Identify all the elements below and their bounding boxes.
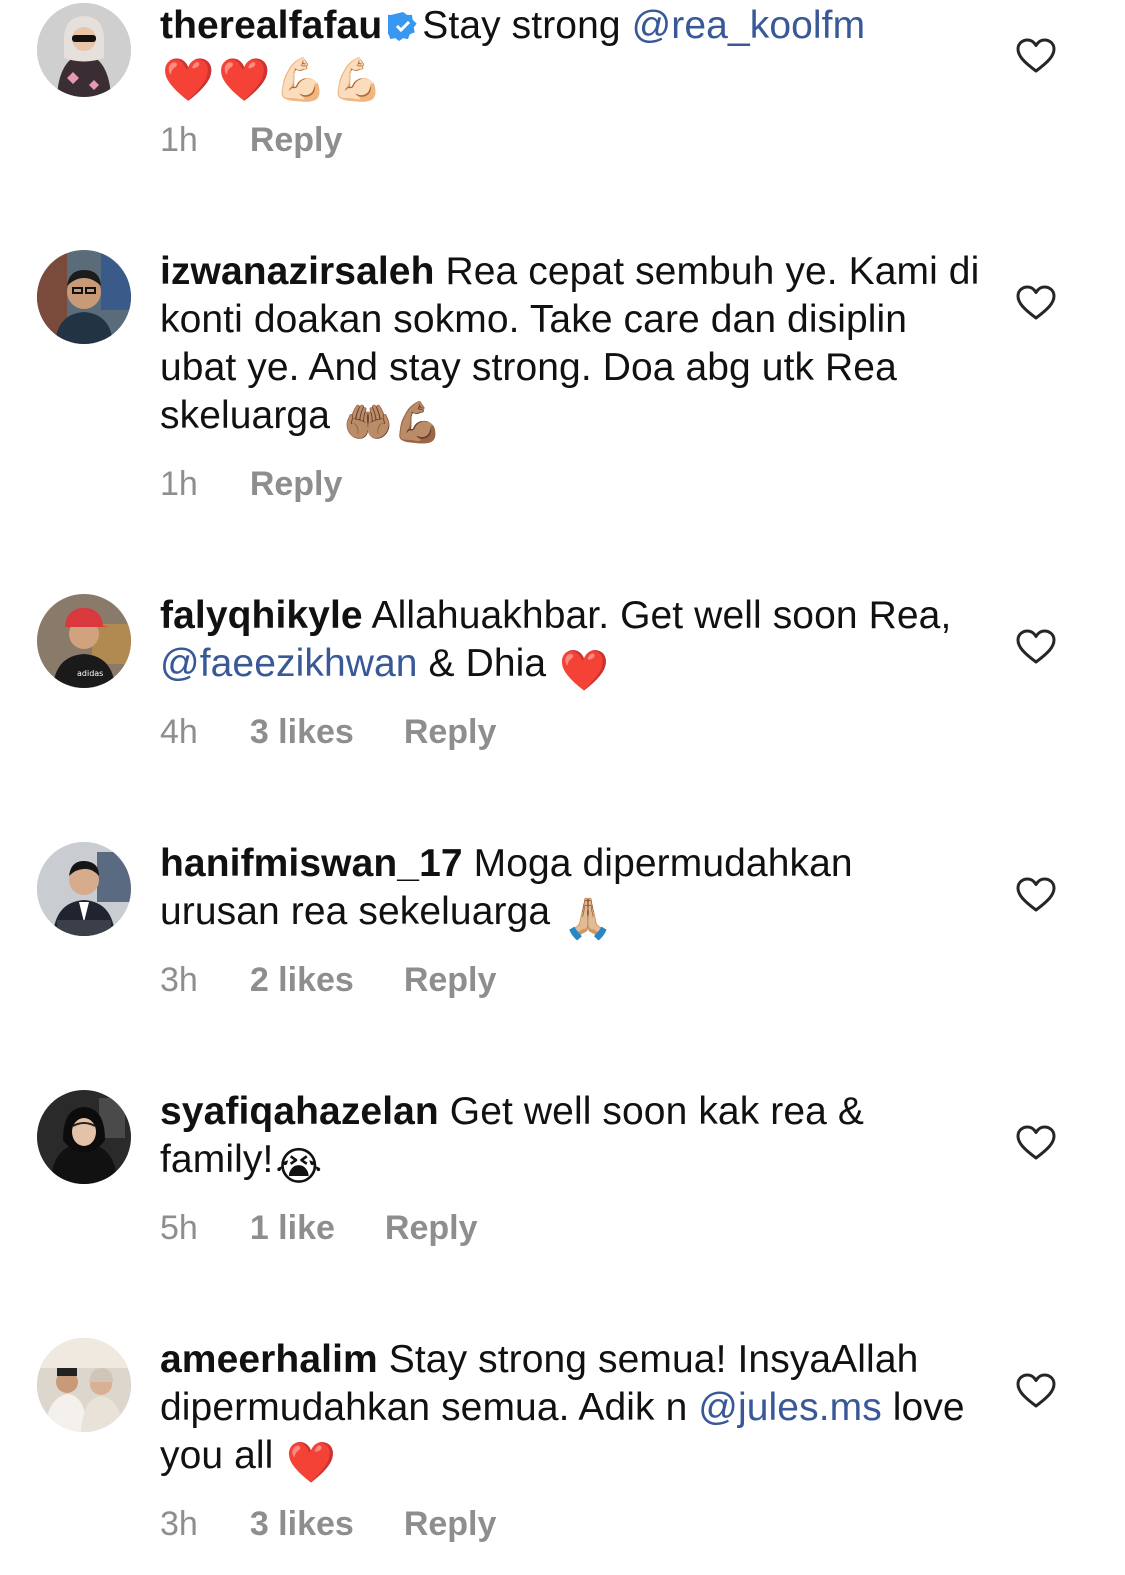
likes-count[interactable]: 1 like: [250, 1208, 335, 1248]
heart-outline-icon[interactable]: [1016, 1125, 1056, 1161]
comment-username[interactable]: izwanazirsaleh: [160, 250, 435, 293]
heart-outline-icon[interactable]: [1016, 877, 1056, 913]
comment-username[interactable]: ameerhalim: [160, 1338, 378, 1381]
emoji-group: ❤️: [559, 649, 610, 693]
likes-count[interactable]: 3 likes: [250, 712, 354, 752]
emoji-group: 🙏🏼: [563, 897, 614, 941]
likes-count[interactable]: 2 likes: [250, 960, 354, 1000]
avatar[interactable]: adidas: [37, 594, 131, 688]
comment-body-end: & Dhia: [417, 642, 547, 685]
avatar-image: [37, 1338, 131, 1432]
reply-button[interactable]: Reply: [404, 1504, 497, 1544]
comment-time: 1h: [160, 465, 198, 503]
avatar-image: [37, 3, 131, 97]
comment-meta: 5h 1 like Reply: [160, 1208, 478, 1248]
mention-link[interactable]: @jules.ms: [698, 1386, 882, 1429]
comment-time: 3h: [160, 1505, 198, 1543]
verified-badge-icon: [381, 5, 418, 42]
comment-body: Allahuakhbar. Get well soon Rea,: [371, 594, 952, 637]
comment-meta: 4h 3 likes Reply: [160, 712, 496, 752]
reply-button[interactable]: Reply: [404, 712, 497, 752]
avatar[interactable]: [37, 1338, 131, 1432]
comment-username[interactable]: syafiqahazelan: [160, 1090, 439, 1133]
avatar[interactable]: [37, 3, 131, 97]
comment-meta: 3h 2 likes Reply: [160, 960, 496, 1000]
comment-time: 3h: [160, 961, 198, 999]
avatar-image: [37, 1090, 131, 1184]
emoji-group: 😭: [275, 1145, 323, 1189]
comment-meta: 3h 3 likes Reply: [160, 1504, 496, 1544]
comment-time: 5h: [160, 1209, 198, 1247]
comment-text: falyqhikyle Allahuakhbar. Get well soon …: [160, 592, 980, 695]
comment-meta: 1h Reply: [160, 464, 342, 504]
heart-outline-icon[interactable]: [1016, 629, 1056, 665]
emoji-group: ❤️: [286, 1441, 337, 1485]
comment-text: hanifmiswan_17 Moga dipermudahkan urusan…: [160, 840, 980, 943]
avatar[interactable]: [37, 250, 131, 344]
svg-text:adidas: adidas: [77, 669, 103, 678]
comment-body: Stay strong: [422, 4, 632, 47]
reply-button[interactable]: Reply: [250, 120, 343, 160]
avatar-image: [37, 842, 131, 936]
avatar[interactable]: [37, 842, 131, 936]
likes-count[interactable]: 3 likes: [250, 1504, 354, 1544]
comment-username[interactable]: falyqhikyle: [160, 594, 363, 637]
reply-button[interactable]: Reply: [250, 464, 343, 504]
emoji-group: ❤️❤️💪🏻💪🏻: [162, 56, 388, 103]
comment-text: syafiqahazelan Get well soon kak rea & f…: [160, 1088, 980, 1191]
comment-text: therealfafau Stay strong @rea_koolfm ❤️❤️💪…: [160, 2, 980, 104]
emoji-group: 🤲🏽💪🏽: [342, 401, 443, 445]
avatar[interactable]: [37, 1090, 131, 1184]
comment-time: 4h: [160, 713, 198, 751]
avatar-image: adidas: [37, 594, 131, 688]
reply-button[interactable]: Reply: [404, 960, 497, 1000]
comment-text: izwanazirsaleh Rea cepat sembuh ye. Kami…: [160, 248, 980, 447]
heart-outline-icon[interactable]: [1016, 1373, 1056, 1409]
comment-username[interactable]: hanifmiswan_17: [160, 842, 463, 885]
heart-outline-icon[interactable]: [1016, 38, 1056, 74]
mention-link[interactable]: @rea_koolfm: [632, 4, 866, 47]
comment-time: 1h: [160, 121, 198, 159]
comment-text: ameerhalim Stay strong semua! InsyaAllah…: [160, 1336, 980, 1487]
heart-outline-icon[interactable]: [1016, 285, 1056, 321]
comment-username[interactable]: therealfafau: [160, 4, 382, 47]
reply-button[interactable]: Reply: [385, 1208, 478, 1248]
avatar-image: [37, 250, 131, 344]
mention-link[interactable]: @faeezikhwan: [160, 642, 418, 685]
comment-meta: 1h Reply: [160, 120, 342, 160]
